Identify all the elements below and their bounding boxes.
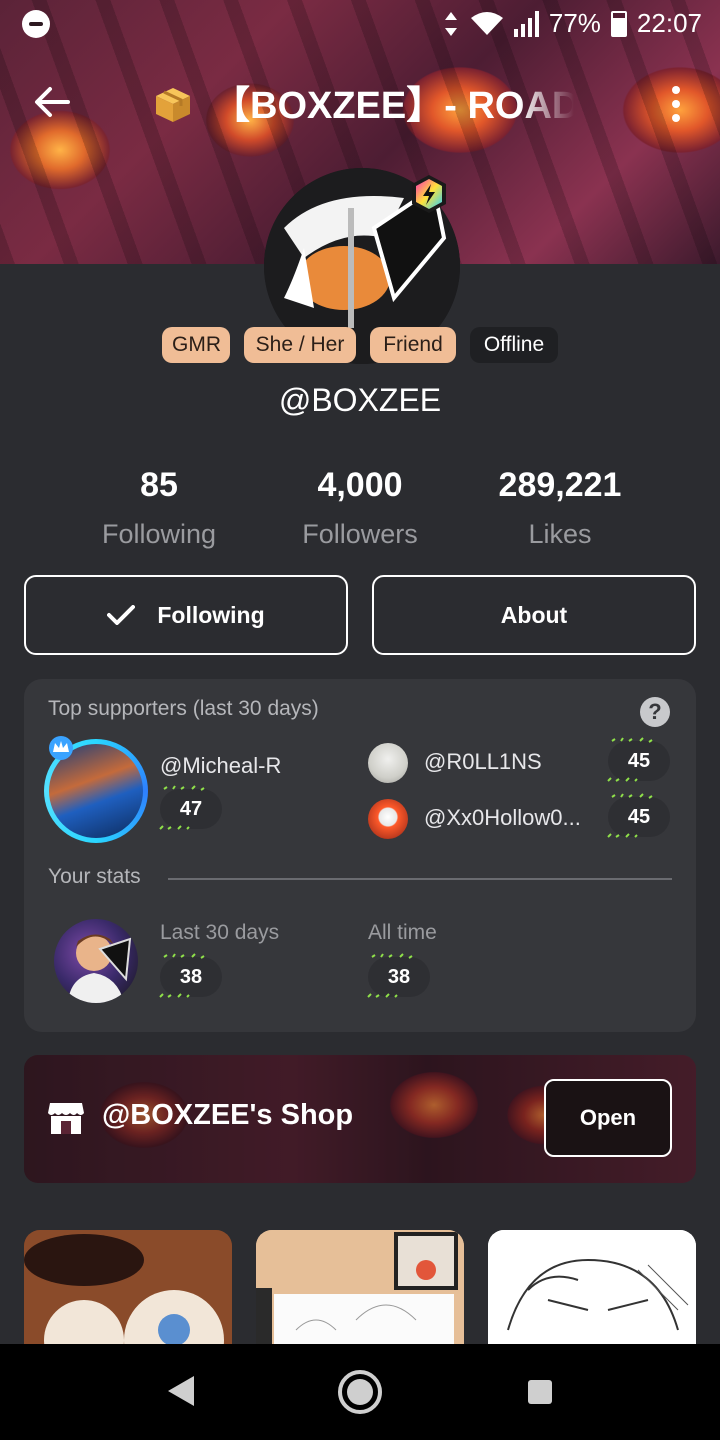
app-bar: 【BOXZEE】- ROAD xyxy=(0,72,720,136)
about-button[interactable]: About xyxy=(372,575,696,655)
wifi-icon xyxy=(470,11,503,35)
nav-home-icon[interactable] xyxy=(338,1370,382,1414)
crown-icon xyxy=(49,736,73,760)
post-thumbnail[interactable] xyxy=(256,1230,464,1344)
tag-chip[interactable]: She / Her xyxy=(244,327,356,363)
all-time-label: All time xyxy=(368,921,437,944)
stat-label: Following xyxy=(101,519,217,549)
page-title: 【BOXZEE】- ROAD xyxy=(212,85,574,127)
username-handle: @BOXZEE xyxy=(278,382,442,418)
supporter-points-value: 45 xyxy=(627,750,651,772)
package-icon xyxy=(156,88,190,122)
creator-badge-icon xyxy=(412,175,446,213)
help-icon[interactable]: ? xyxy=(640,697,670,727)
points-value: 38 xyxy=(179,966,203,988)
tag-chip[interactable]: Friend xyxy=(370,327,456,363)
last-30-days-label: Last 30 days xyxy=(160,921,280,944)
stat-value: 85 xyxy=(140,466,178,504)
all-time-points: 38 xyxy=(367,953,430,998)
status-bar: 77% 22:07 xyxy=(0,0,720,50)
checkmark-icon xyxy=(107,605,136,625)
shop-banner[interactable]: @BOXZEE's Shop Open xyxy=(24,1055,696,1183)
supporter-points: 45 xyxy=(607,793,670,838)
about-button-label: About xyxy=(500,601,568,628)
status-right: 77% 22:07 xyxy=(442,8,702,39)
supporter-name[interactable]: @Xx0Hollow0... xyxy=(424,805,581,831)
do-not-disturb-icon xyxy=(22,10,50,38)
profile-screen: 77% 22:07 【BOXZEE】- ROAD GMR She / Her F… xyxy=(0,0,720,1440)
last-30-days-points: 38 xyxy=(159,953,222,998)
following-button-label: Following xyxy=(157,601,265,628)
clock: 22:07 xyxy=(636,8,702,38)
stat-label: Followers xyxy=(302,519,418,549)
tag-chip[interactable]: GMR xyxy=(162,327,230,363)
system-nav-bar xyxy=(0,1344,720,1440)
supporter-points: 47 xyxy=(159,785,222,830)
store-icon xyxy=(48,1103,84,1134)
back-arrow-icon[interactable] xyxy=(34,84,78,124)
supporter-avatar[interactable] xyxy=(368,743,408,783)
stat-value: 289,221 xyxy=(498,466,622,504)
supporter-name[interactable]: @R0LL1NS xyxy=(424,749,542,775)
shop-title: @BOXZEE's Shop xyxy=(102,1099,354,1131)
top-supporters-card: Top supporters (last 30 days) ? @Micheal… xyxy=(24,679,696,1032)
battery-percent: 77% xyxy=(548,8,601,38)
stat-following[interactable]: 85 Following xyxy=(59,466,259,550)
points-value: 38 xyxy=(387,966,411,988)
post-thumbnail[interactable] xyxy=(488,1230,696,1344)
your-stats-title: Your stats xyxy=(48,865,141,888)
nav-back-icon[interactable] xyxy=(166,1374,196,1408)
nav-recents-icon[interactable] xyxy=(528,1380,552,1404)
supporter-name[interactable]: @Micheal-R xyxy=(160,753,281,779)
supporter-points-value: 47 xyxy=(179,798,203,820)
divider xyxy=(168,878,672,880)
stat-label: Likes xyxy=(528,519,592,549)
online-status-chip: Offline xyxy=(470,327,558,363)
stat-followers[interactable]: 4,000 Followers xyxy=(260,466,460,550)
battery-icon xyxy=(610,10,627,37)
data-arrows-icon xyxy=(444,11,457,36)
cell-signal-icon xyxy=(513,10,539,37)
supporter-points: 45 xyxy=(607,737,670,782)
my-avatar xyxy=(54,919,138,1003)
post-thumbnail[interactable] xyxy=(24,1230,232,1344)
profile-tags: GMR She / Her Friend Offline xyxy=(0,327,720,365)
profile-avatar[interactable] xyxy=(264,168,460,364)
stat-likes[interactable]: 289,221 Likes xyxy=(460,466,660,550)
supporter-avatar[interactable] xyxy=(368,799,408,839)
stat-value: 4,000 xyxy=(317,466,403,504)
following-button[interactable]: Following xyxy=(24,575,348,655)
open-shop-button[interactable]: Open xyxy=(544,1079,672,1157)
supporter-points-value: 45 xyxy=(627,806,651,828)
top-supporters-title: Top supporters (last 30 days) xyxy=(48,697,319,720)
more-options-icon[interactable] xyxy=(672,86,682,122)
